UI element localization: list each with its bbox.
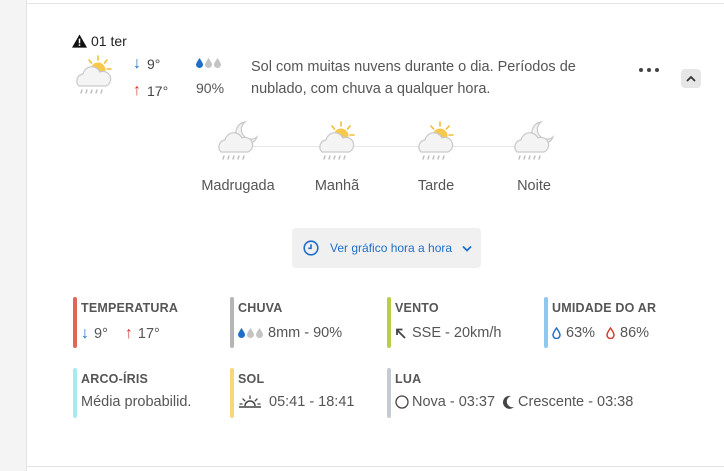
rain-drops-icon — [238, 328, 263, 338]
hourly-chart-button[interactable]: Ver gráfico hora a hora — [292, 228, 481, 268]
stat-temperatura: TEMPERATURA ↓ 9° ↑ 17° — [73, 297, 179, 348]
collapse-button[interactable] — [681, 69, 701, 88]
clock-icon — [303, 240, 319, 256]
stat-color-bar — [73, 297, 77, 348]
period-madrugada: Madrugada — [188, 120, 288, 194]
period-label: Noite — [517, 178, 551, 194]
arrow-up-icon: ↑ — [133, 82, 141, 99]
stat-color-bar — [544, 297, 548, 348]
rain-value: 8mm - 90% — [268, 325, 343, 341]
stat-title: LUA — [395, 372, 422, 386]
stat-arco-iris: ARCO-ÍRIS Média probabilid. — [73, 368, 191, 418]
crescent-moon-icon — [503, 395, 515, 409]
forecast-card: 01 ter ↓ 9° ↑ 17° 90% Sol com muitas nuv… — [26, 0, 724, 471]
sun-cloud-rain-icon — [418, 121, 454, 160]
more-dot — [647, 68, 651, 72]
period-label: Tarde — [417, 178, 455, 194]
stat-umidade: UMIDADE DO AR 63% 86% — [544, 297, 657, 348]
period-label: Madrugada — [201, 178, 275, 194]
arrow-down-icon: ↓ — [133, 55, 141, 72]
stat-chuva: CHUVA 8mm - 90% — [230, 297, 342, 348]
min-temperature: ↓ 9° — [133, 55, 160, 73]
stat-value: Média probabilid. — [81, 394, 191, 410]
moon-phase-2: Crescente - 03:38 — [518, 394, 634, 410]
temp-min: 9° — [94, 326, 108, 342]
sun-cloud-rain-icon — [76, 55, 112, 94]
warning-icon — [72, 34, 87, 48]
stat-vento: VENTO SSE - 20km/h — [387, 297, 501, 348]
humidity-max: 86% — [620, 325, 650, 341]
humidity-max-icon — [606, 327, 615, 339]
period-manha: Manhã — [287, 120, 387, 194]
day-header: 01 ter — [72, 33, 127, 49]
stat-value: SSE - 20km/h — [395, 325, 501, 341]
forecast-description: Sol com muitas nuvens durante o dia. Per… — [251, 59, 576, 97]
stat-title: SOL — [238, 372, 265, 386]
temp-max: 17° — [137, 326, 160, 342]
divider — [27, 466, 724, 467]
moon-cloud-rain-icon — [218, 121, 259, 160]
stat-lua: LUA Nova - 03:37 Crescente - 03:38 — [387, 368, 633, 418]
stat-color-bar — [230, 297, 234, 348]
stat-value: Nova - 03:37 Crescente - 03:38 — [395, 394, 633, 410]
hourly-chart-label: Ver gráfico hora a hora — [330, 241, 453, 255]
moon-phase-1: Nova - 03:37 — [412, 394, 496, 410]
sun-cloud-rain-icon — [319, 121, 355, 160]
divider — [27, 3, 724, 4]
rain-drops-icon — [196, 58, 221, 68]
rainbow-value: Média probabilid. — [81, 394, 192, 410]
more-dots-icon — [639, 68, 643, 72]
stat-title: ARCO-ÍRIS — [81, 372, 149, 386]
humidity-min-icon — [552, 327, 561, 339]
stat-title: TEMPERATURA — [81, 301, 179, 315]
max-temperature: ↑ 17° — [133, 82, 168, 100]
stat-sol: SOL 05:41 - 18:41 — [230, 368, 354, 418]
stat-title: CHUVA — [238, 301, 283, 315]
stat-color-bar — [230, 368, 234, 418]
max-temp-value: 17° — [147, 83, 169, 99]
wind-value: SSE - 20km/h — [412, 325, 502, 341]
arrow-up-icon: ↑ — [124, 325, 133, 342]
date-label: 01 ter — [91, 33, 127, 49]
stat-color-bar — [387, 297, 391, 348]
stat-value: ↓ 9° ↑ 17° — [81, 325, 178, 343]
precipitation-probability: 90% — [196, 80, 225, 96]
period-tarde: Tarde — [386, 120, 486, 194]
stat-value: 8mm - 90% — [238, 325, 342, 341]
chevron-down-icon — [462, 245, 472, 252]
moon-cloud-rain-icon — [514, 121, 555, 160]
stat-value: 05:41 - 18:41 — [238, 394, 354, 410]
chevron-up-icon — [686, 75, 696, 82]
min-temp-value: 9° — [147, 56, 161, 72]
wind-direction-icon — [396, 328, 406, 339]
sun-value: 05:41 - 18:41 — [269, 394, 355, 410]
stat-title: UMIDADE DO AR — [552, 301, 657, 315]
stat-value: 63% 86% — [552, 325, 656, 341]
stat-color-bar — [73, 368, 77, 418]
arrow-down-icon: ↓ — [81, 325, 89, 342]
period-noite: Noite — [484, 120, 584, 194]
more-options-button[interactable] — [639, 68, 659, 72]
period-label: Manhã — [314, 178, 360, 194]
day-periods: Madrugada Manhã Tarde Noite — [27, 120, 724, 210]
more-dot — [655, 68, 659, 72]
stat-color-bar — [387, 368, 391, 418]
sunrise-icon — [239, 395, 261, 408]
new-moon-icon — [395, 395, 409, 409]
humidity-min: 63% — [566, 325, 596, 341]
stat-title: VENTO — [395, 301, 439, 315]
